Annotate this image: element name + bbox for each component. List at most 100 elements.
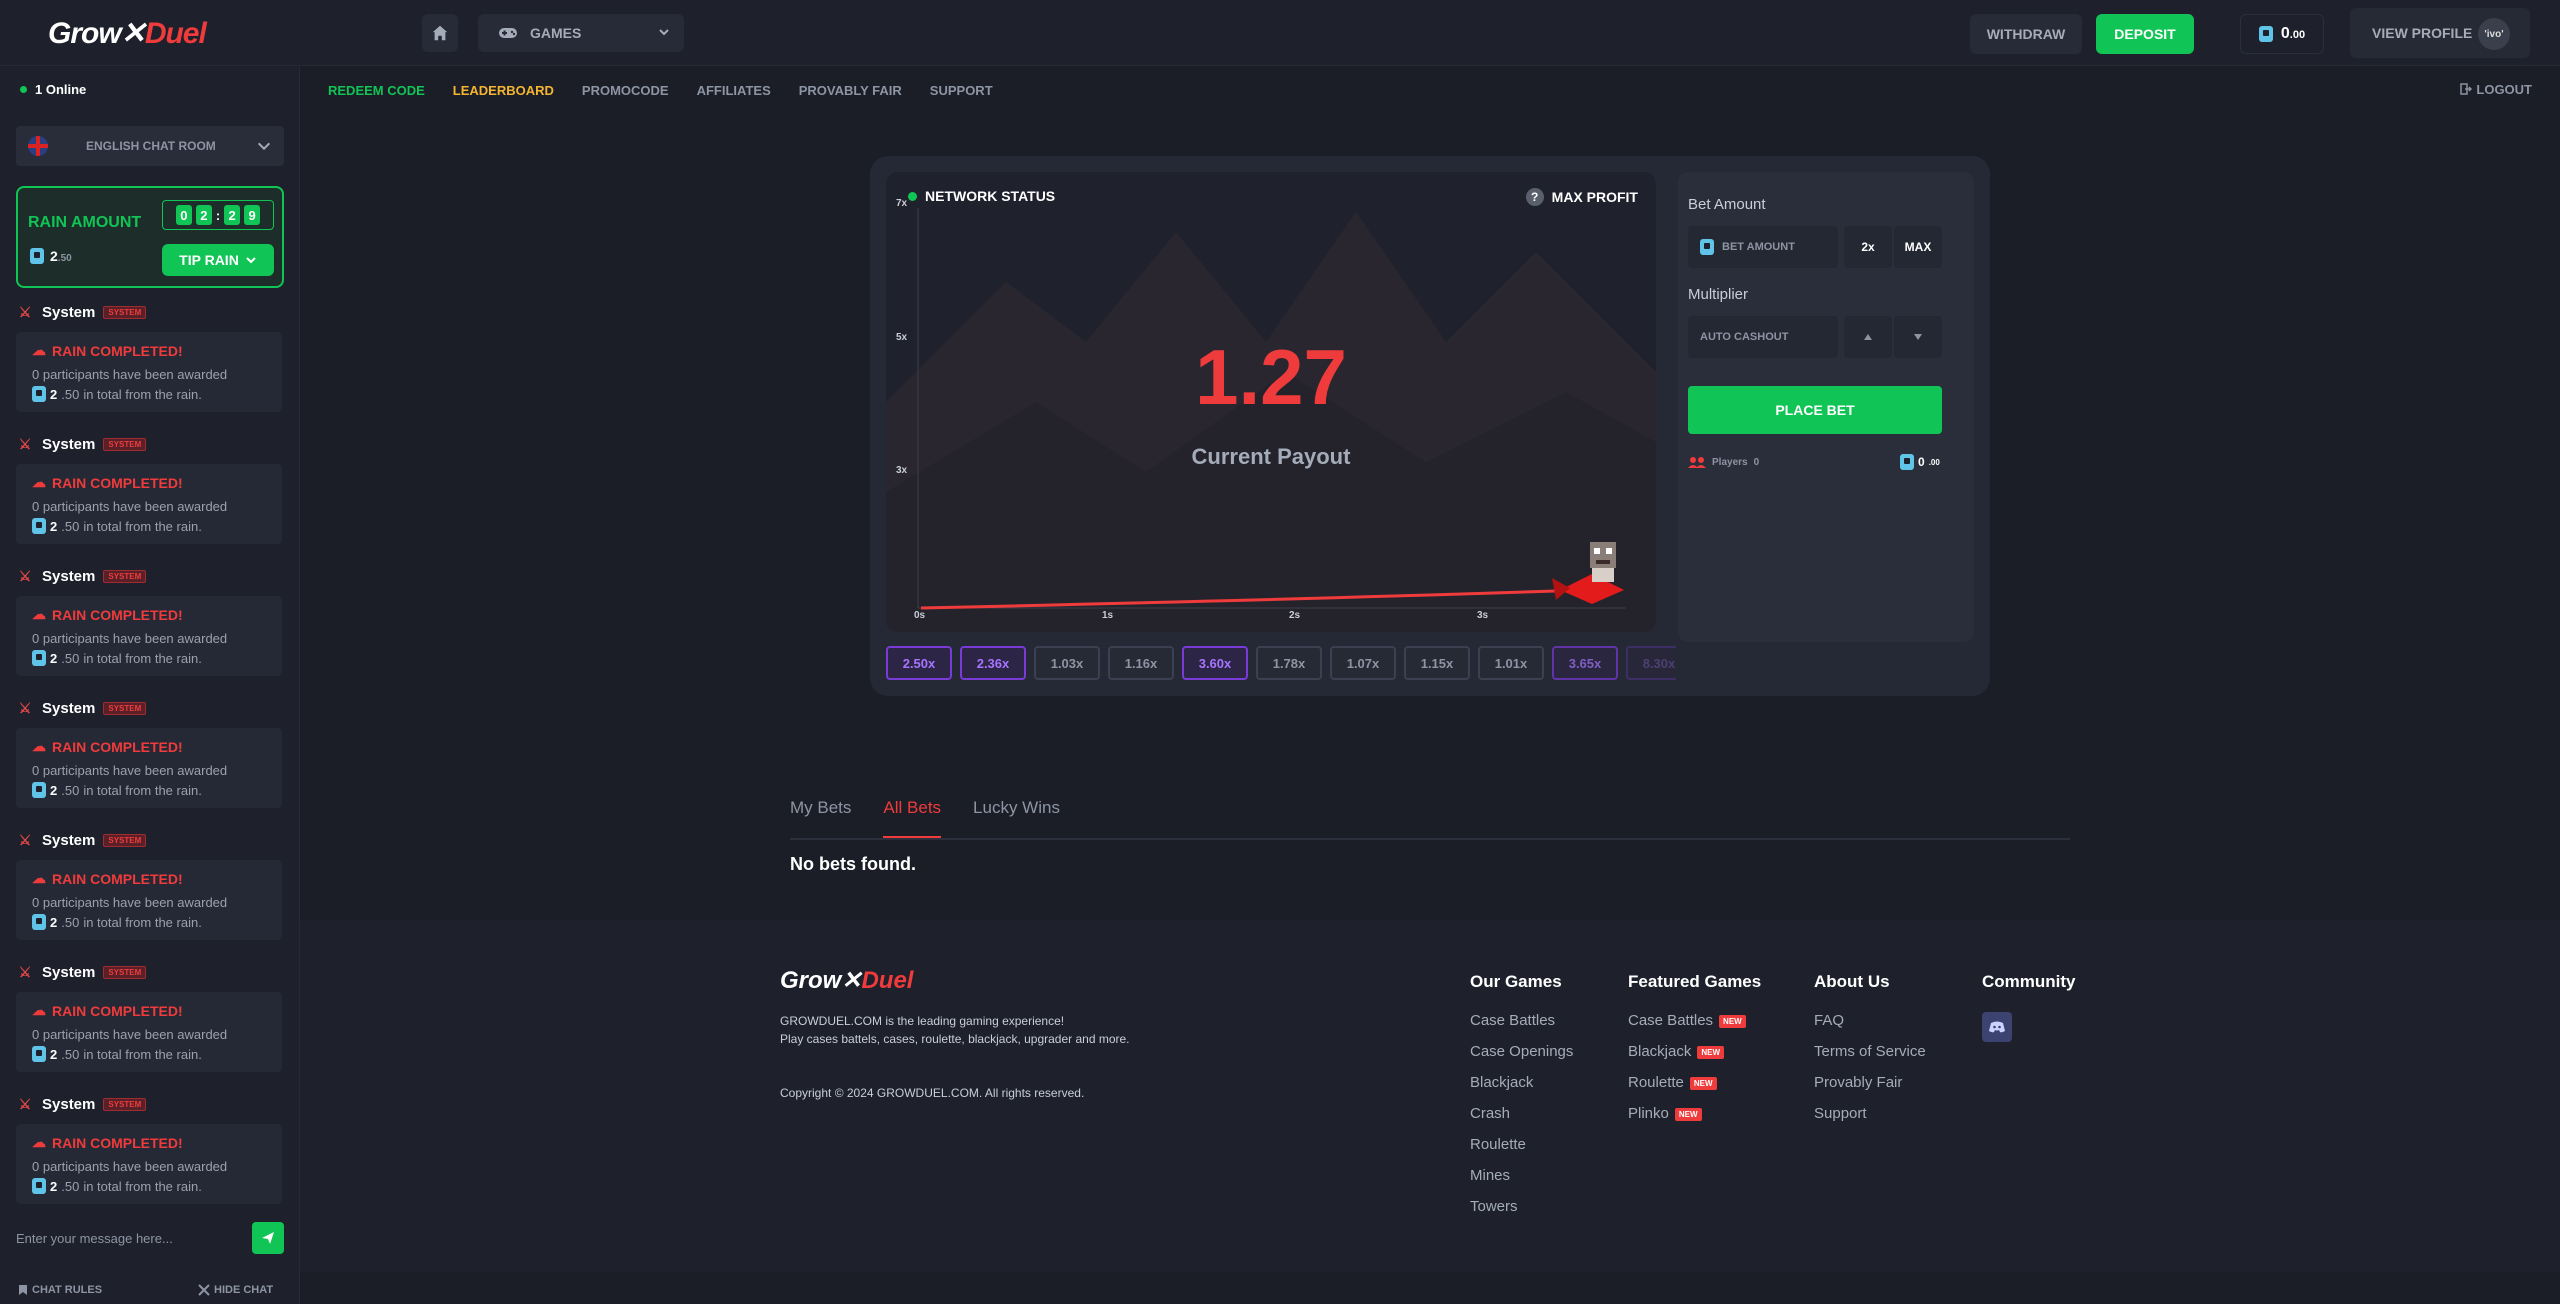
new-badge: NEW bbox=[1689, 1077, 1717, 1090]
history-chip[interactable]: 1.03x bbox=[1034, 646, 1100, 680]
tab-all-bets[interactable]: All Bets bbox=[883, 786, 942, 838]
nav-affiliates[interactable]: AFFILIATES bbox=[697, 83, 771, 98]
logo[interactable]: Grow✕Duel bbox=[48, 16, 207, 51]
history-chip[interactable]: 1.15x bbox=[1404, 646, 1470, 680]
footer-link[interactable]: Roulette NEW bbox=[1628, 1074, 1761, 1105]
footer-link[interactable]: Roulette bbox=[1470, 1136, 1573, 1167]
games-dropdown[interactable]: GAMES bbox=[478, 14, 684, 52]
system-badge: SYSTEM bbox=[103, 437, 147, 451]
footer-link[interactable]: Terms of Service bbox=[1814, 1043, 1926, 1074]
history-chip[interactable]: 8.30x bbox=[1626, 646, 1676, 680]
games-label: GAMES bbox=[530, 25, 582, 41]
multiplier-down-button[interactable] bbox=[1894, 316, 1942, 358]
online-dot-icon bbox=[20, 86, 27, 93]
rain-amount: 2.50 bbox=[30, 248, 72, 264]
footer-logo[interactable]: Grow✕Duel bbox=[780, 966, 913, 995]
logo-cross-icon: ✕ bbox=[120, 17, 146, 50]
footer-column-title: Our Games bbox=[1470, 972, 1562, 991]
bet-amount-input[interactable]: BET AMOUNT bbox=[1688, 226, 1838, 268]
send-button[interactable] bbox=[252, 1222, 284, 1254]
gem-icon bbox=[32, 1046, 46, 1062]
double-bet-button[interactable]: 2x bbox=[1844, 226, 1892, 268]
footer-column-title: About Us bbox=[1814, 972, 1890, 991]
footer-link-label: Support bbox=[1814, 1105, 1867, 1122]
logo-cross-icon: ✕ bbox=[841, 967, 862, 994]
footer-link-label: Terms of Service bbox=[1814, 1043, 1926, 1060]
nav-promocode[interactable]: PROMOCODE bbox=[582, 83, 669, 98]
chat-sidebar: 1 Online ENGLISH CHAT ROOM RAIN AMOUNT 2… bbox=[0, 66, 300, 1304]
footer-link[interactable]: Plinko NEW bbox=[1628, 1105, 1761, 1136]
footer-link[interactable]: Case Battles NEW bbox=[1628, 1012, 1761, 1043]
footer-link[interactable]: FAQ bbox=[1814, 1012, 1926, 1043]
history-chip[interactable]: 1.07x bbox=[1330, 646, 1396, 680]
balance-display[interactable]: 0.00 bbox=[2240, 14, 2324, 54]
rain-cloud-icon: ☁ bbox=[32, 342, 46, 358]
nav-leaderboard[interactable]: LEADERBOARD bbox=[453, 83, 554, 98]
rain-message-amount-dec: .50 bbox=[61, 1178, 80, 1194]
chat-username[interactable]: System bbox=[42, 436, 95, 453]
rain-completed-title: RAIN COMPLETED! bbox=[52, 474, 183, 491]
chat-username[interactable]: System bbox=[42, 568, 95, 585]
tip-rain-button[interactable]: TIP RAIN bbox=[162, 244, 274, 276]
discord-link[interactable] bbox=[1982, 1012, 2012, 1042]
history-chip[interactable]: 1.01x bbox=[1478, 646, 1544, 680]
system-badge: SYSTEM bbox=[103, 965, 147, 979]
logout-button[interactable]: LOGOUT bbox=[2460, 82, 2532, 97]
footer-link[interactable]: Crash bbox=[1470, 1105, 1573, 1136]
hide-chat-button[interactable]: HIDE CHAT bbox=[198, 1284, 273, 1296]
history-chip[interactable]: 2.36x bbox=[960, 646, 1026, 680]
footer-link[interactable]: Case Battles bbox=[1470, 1012, 1573, 1043]
crash-history: 2.50x 2.36x 1.03x 1.16x 3.60x 1.78x 1.07x 1.15x… bbox=[886, 646, 1676, 680]
history-chip[interactable]: 3.60x bbox=[1182, 646, 1248, 680]
view-profile-button[interactable]: VIEW PROFILE 'ivo' bbox=[2350, 8, 2530, 58]
footer-featured-games: Featured Games Case Battles NEW Blackjack NE… bbox=[1628, 972, 1761, 1136]
footer-link[interactable]: Case Openings bbox=[1470, 1043, 1573, 1074]
rain-message-line: 0 participants have been awarded bbox=[32, 367, 228, 382]
home-button[interactable] bbox=[422, 14, 458, 52]
rain-completed-title: RAIN COMPLETED! bbox=[52, 870, 183, 887]
new-badge: NEW bbox=[1719, 1015, 1746, 1028]
withdraw-button[interactable]: WITHDRAW bbox=[1970, 14, 2082, 54]
sub-navigation: REDEEM CODE LEADERBOARD PROMOCODE AFFILI… bbox=[300, 66, 2560, 114]
rain-message-line: in total from the rain. bbox=[83, 386, 202, 402]
system-badge: SYSTEM bbox=[103, 569, 147, 583]
gem-icon bbox=[1900, 454, 1914, 470]
chat-username[interactable]: System bbox=[42, 304, 95, 321]
chat-input[interactable]: Enter your message here... bbox=[0, 1216, 300, 1260]
users-icon bbox=[1688, 457, 1706, 468]
auto-cashout-placeholder: AUTO CASHOUT bbox=[1700, 331, 1789, 343]
chat-room-select[interactable]: ENGLISH CHAT ROOM bbox=[16, 126, 284, 166]
history-chip[interactable]: 1.78x bbox=[1256, 646, 1322, 680]
footer-link[interactable]: Provably Fair bbox=[1814, 1074, 1926, 1105]
tab-lucky-wins[interactable]: Lucky Wins bbox=[973, 786, 1060, 838]
footer: Grow✕Duel GROWDUEL.COM is the leading ga… bbox=[300, 920, 2560, 1272]
nav-support[interactable]: SUPPORT bbox=[930, 83, 993, 98]
chat-username[interactable]: System bbox=[42, 1096, 95, 1113]
main-content: NETWORK STATUS ? MAX PROFIT 7x 5x 3x 0s 1… bbox=[300, 114, 2560, 920]
place-bet-button[interactable]: PLACE BET bbox=[1688, 386, 1942, 434]
system-badge: SYSTEM bbox=[103, 1097, 147, 1111]
rain-cloud-icon: ☁ bbox=[32, 738, 46, 754]
history-chip[interactable]: 1.16x bbox=[1108, 646, 1174, 680]
rain-cloud-icon: ☁ bbox=[32, 606, 46, 622]
max-bet-button[interactable]: MAX bbox=[1894, 226, 1942, 268]
chat-rules-link[interactable]: CHAT RULES bbox=[18, 1284, 102, 1296]
chat-username[interactable]: System bbox=[42, 700, 95, 717]
tab-my-bets[interactable]: My Bets bbox=[790, 786, 851, 838]
footer-link[interactable]: Mines bbox=[1470, 1167, 1573, 1198]
footer-link[interactable]: Support bbox=[1814, 1105, 1926, 1136]
footer-link-label: Blackjack bbox=[1628, 1043, 1692, 1060]
history-chip[interactable]: 2.50x bbox=[886, 646, 952, 680]
history-chip[interactable]: 3.65x bbox=[1552, 646, 1618, 680]
chat-username[interactable]: System bbox=[42, 964, 95, 981]
footer-link[interactable]: Blackjack bbox=[1470, 1074, 1573, 1105]
auto-cashout-input[interactable]: AUTO CASHOUT bbox=[1688, 316, 1838, 358]
footer-link[interactable]: Towers bbox=[1470, 1198, 1573, 1229]
deposit-button[interactable]: DEPOSIT bbox=[2096, 14, 2194, 54]
footer-link[interactable]: Blackjack NEW bbox=[1628, 1043, 1761, 1074]
bottom-strip bbox=[300, 1272, 2560, 1304]
nav-provably-fair[interactable]: PROVABLY FAIR bbox=[799, 83, 902, 98]
nav-redeem-code[interactable]: REDEEM CODE bbox=[328, 83, 425, 98]
chat-username[interactable]: System bbox=[42, 832, 95, 849]
multiplier-up-button[interactable] bbox=[1844, 316, 1892, 358]
